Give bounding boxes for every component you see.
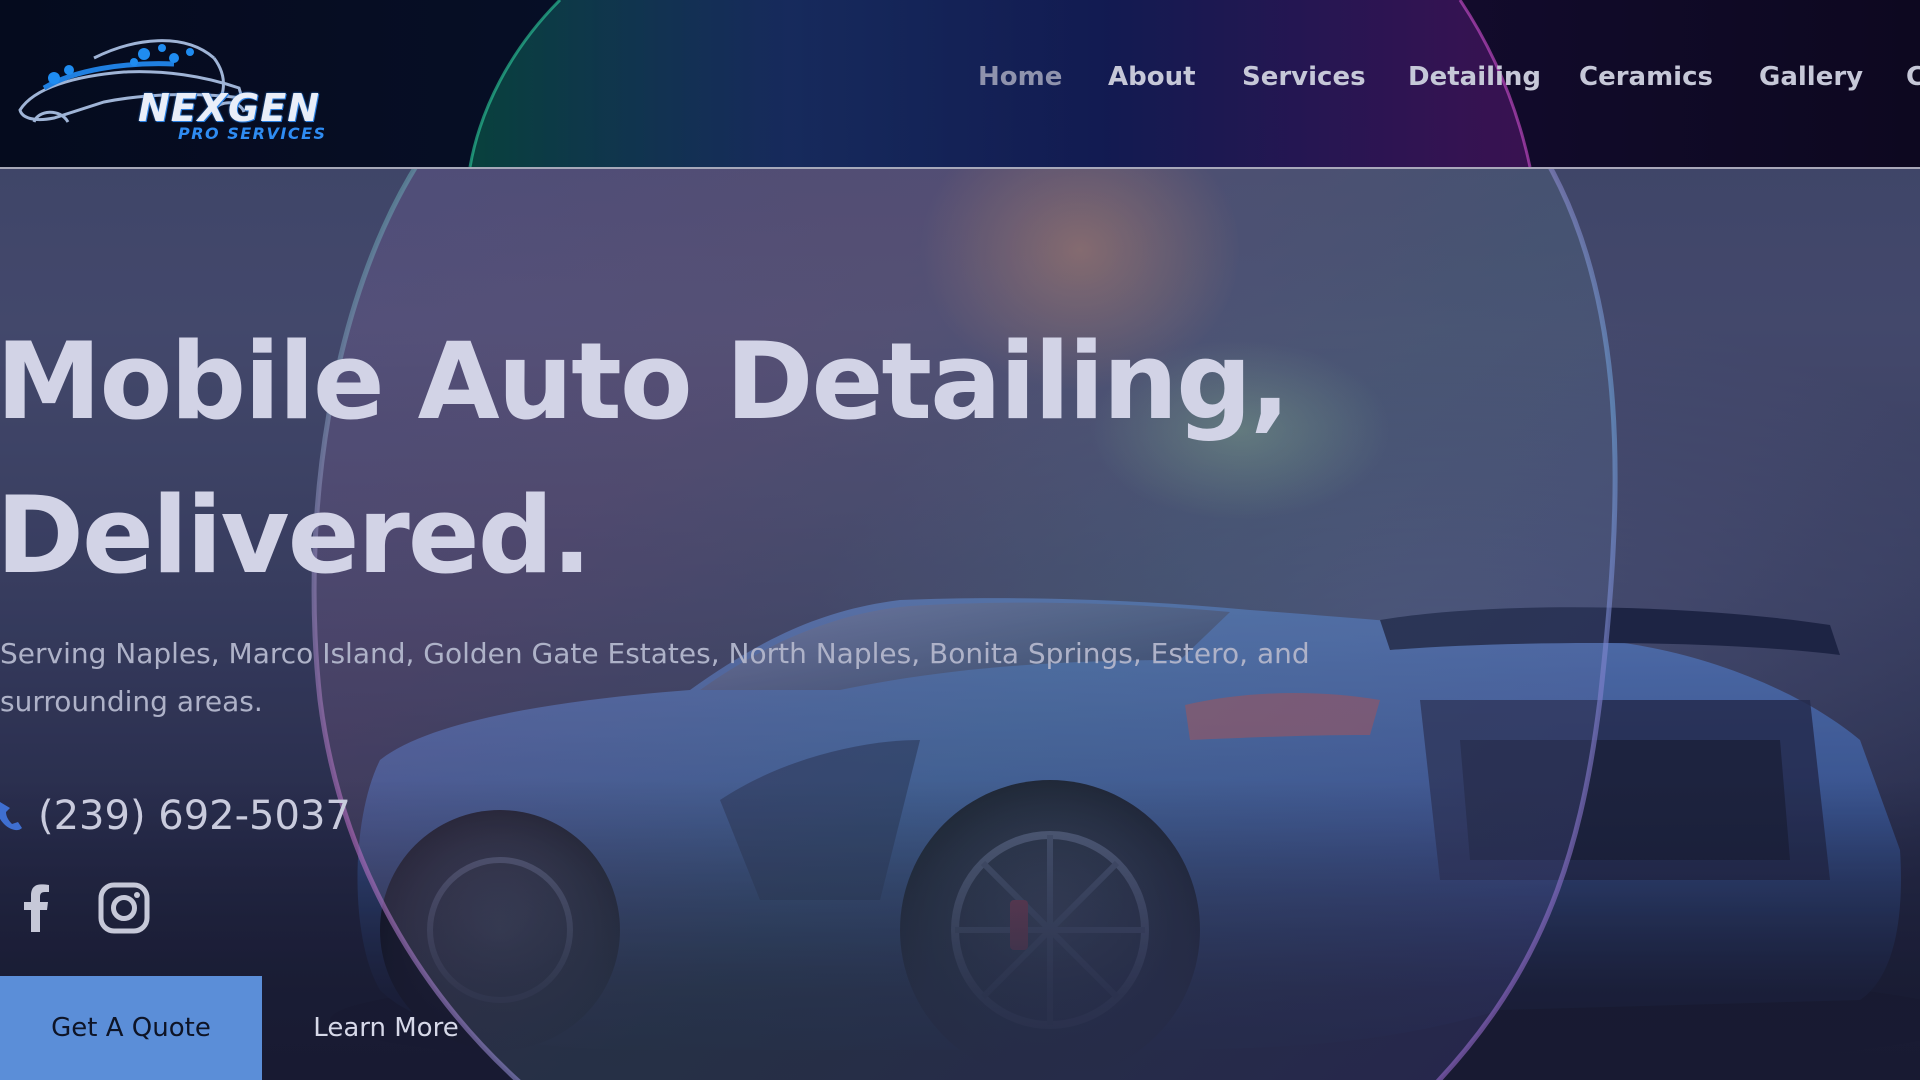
nav-home[interactable]: Home	[978, 62, 1062, 92]
nav-ceramics[interactable]: Ceramics	[1579, 62, 1713, 92]
phone-icon	[0, 802, 22, 831]
nav-detailing[interactable]: Detailing	[1408, 62, 1541, 92]
logo-tagline: PRO SERVICES	[178, 124, 327, 143]
get-a-quote-button[interactable]: Get A Quote	[0, 976, 262, 1080]
nav-gallery[interactable]: Gallery	[1759, 62, 1863, 92]
facebook-icon[interactable]	[10, 880, 66, 936]
nav-about[interactable]: About	[1108, 62, 1196, 92]
learn-more-button[interactable]: Learn More	[296, 976, 476, 1080]
site-header: NEXGEN PRO SERVICES Home About Services …	[0, 0, 1920, 169]
phone-contact: (239) 692-5037	[0, 790, 351, 842]
nav-services[interactable]: Services	[1242, 62, 1366, 92]
social-links	[10, 880, 152, 936]
hero-subtitle: Serving Naples, Marco Island, Golden Gat…	[0, 637, 1310, 718]
hero-title: Mobile Auto Detailing, Delivered.	[0, 305, 1290, 613]
nav-contact-partial[interactable]: C	[1906, 62, 1920, 92]
hero-title-line-2: Delivered.	[0, 474, 592, 597]
hero-title-line-1: Mobile Auto Detailing,	[0, 320, 1290, 443]
phone-number-link[interactable]: (239) 692-5037	[38, 793, 351, 839]
instagram-icon[interactable]	[96, 880, 152, 936]
